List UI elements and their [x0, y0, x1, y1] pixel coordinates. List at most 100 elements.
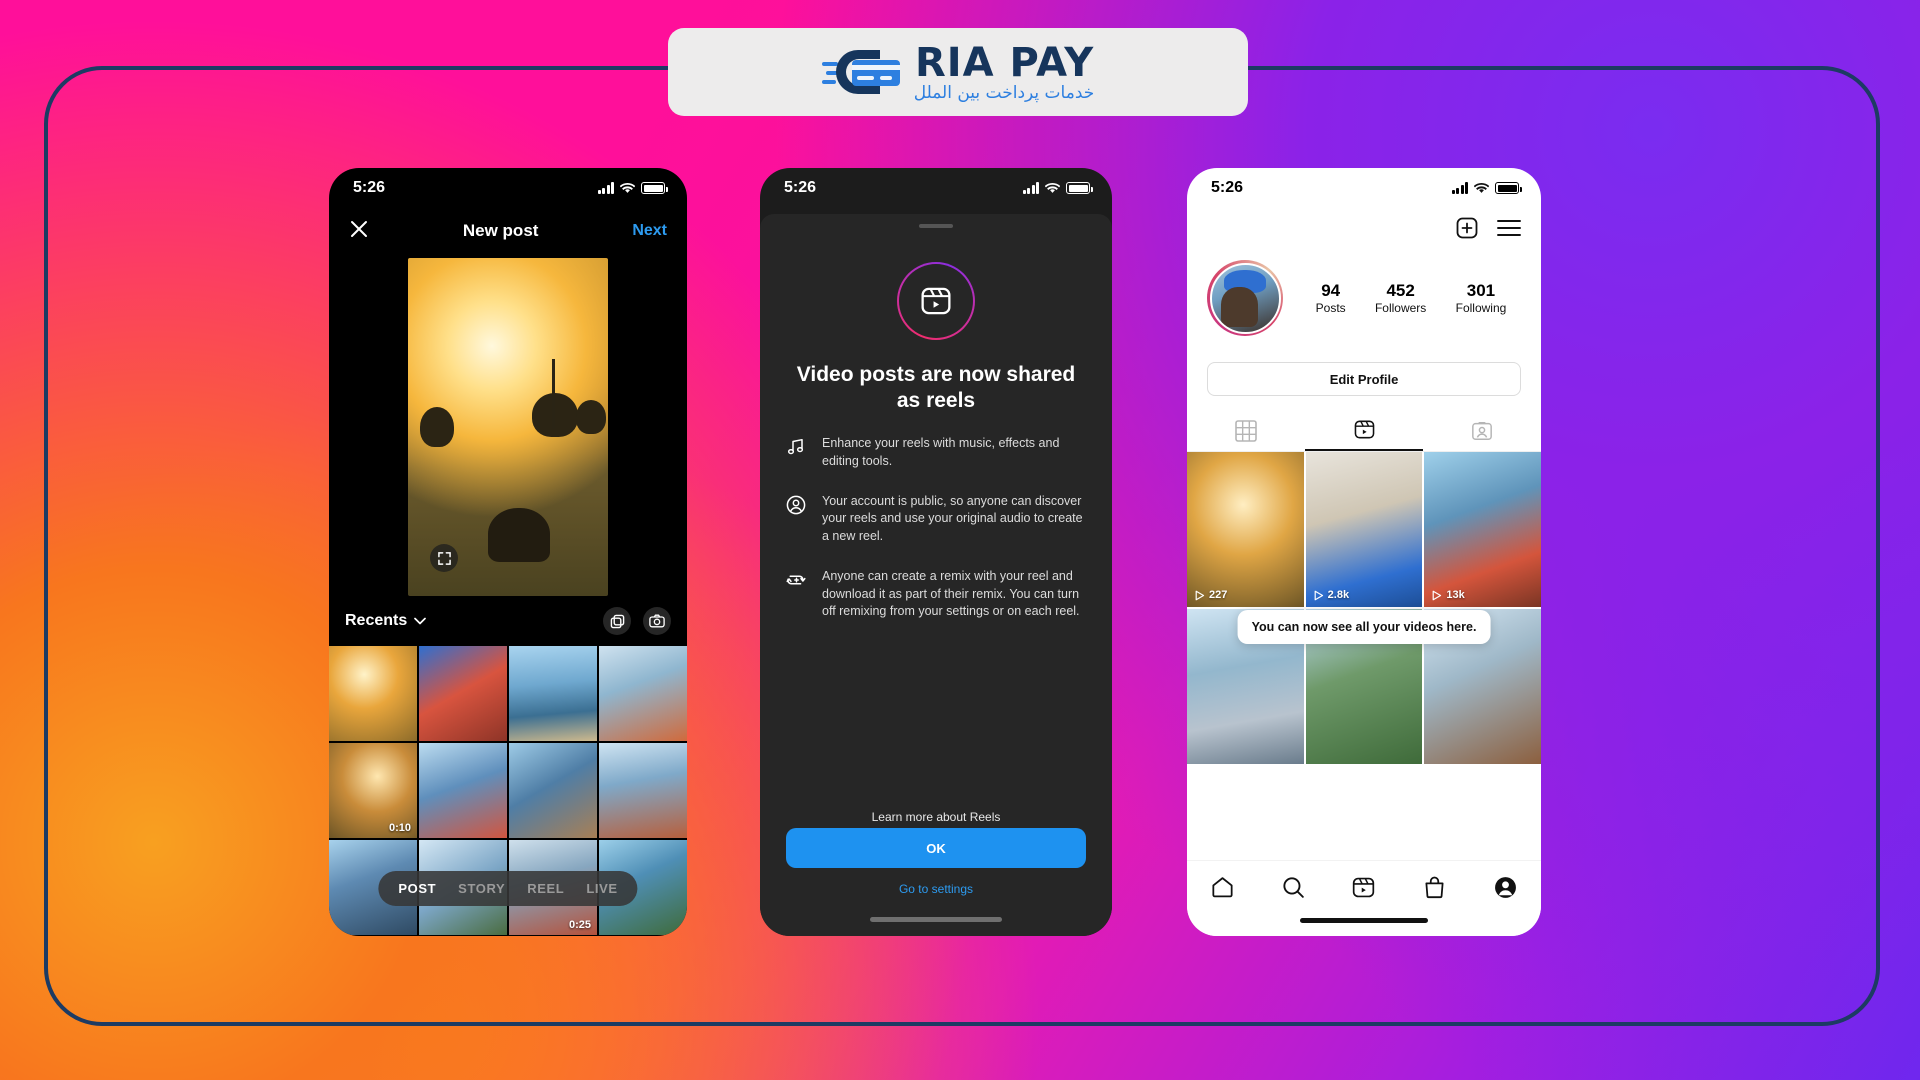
stat-label: Following [1455, 300, 1507, 315]
status-time: 5:26 [1211, 179, 1244, 196]
view-count-text: 227 [1209, 589, 1228, 602]
video-grid: 227 2.8k 13k [1187, 452, 1541, 765]
brand-tagline: خدمات پرداخت بین الملل [913, 82, 1095, 103]
wifi-icon [1045, 183, 1060, 193]
phone-profile: 5:26 94 Posts 452 Followers 301 Followin… [1187, 168, 1541, 936]
nav-search[interactable] [1281, 875, 1306, 905]
video-view-count: 13k [1431, 589, 1465, 602]
music-note-icon [786, 437, 806, 462]
photo-thumbnail[interactable] [599, 646, 687, 742]
nav-shop-bag[interactable] [1422, 875, 1447, 905]
signal-bars-icon [1022, 182, 1039, 194]
battery-full-icon [641, 182, 668, 194]
camera-icon[interactable] [643, 607, 671, 635]
learn-more-link[interactable]: Learn more about Reels [760, 810, 1112, 824]
stat-following[interactable]: 301 Following [1456, 281, 1507, 315]
feature-bullet-text: Your account is public, so anyone can di… [822, 493, 1083, 544]
play-icon [1195, 590, 1205, 600]
signal-bars-icon [1451, 182, 1468, 194]
phone-reels-info: 5:26 Video posts are now shared as reels… [760, 168, 1112, 936]
mode-reel[interactable]: REEL [527, 881, 564, 896]
home-indicator [1300, 918, 1428, 923]
wifi-icon [1474, 183, 1489, 193]
video-thumbnail[interactable]: 227 [1187, 452, 1304, 608]
feature-bullet-list: Enhance your reels with music, effects a… [786, 435, 1086, 621]
feature-bullet-text: Enhance your reels with music, effects a… [822, 436, 1060, 468]
sheet-grab-handle[interactable] [919, 224, 953, 228]
tab-tagged[interactable] [1423, 408, 1541, 451]
hamburger-menu-icon[interactable] [1497, 219, 1521, 242]
home-indicator [870, 917, 1002, 922]
reels-icon [897, 262, 975, 340]
account-circle-icon [786, 495, 806, 520]
stat-followers[interactable]: 452 Followers [1375, 281, 1426, 315]
stat-number: 452 [1386, 281, 1415, 301]
stat-label: Followers [1374, 300, 1427, 315]
status-time: 5:26 [353, 179, 386, 196]
photo-thumbnail[interactable] [329, 646, 417, 742]
photo-thumbnail[interactable] [419, 743, 507, 839]
plus-box-icon[interactable] [1455, 216, 1479, 245]
profile-actions [1187, 208, 1541, 252]
photo-thumbnail[interactable] [509, 646, 597, 742]
stat-label: Posts [1315, 300, 1346, 315]
photo-thumbnail[interactable]: 0:10 [329, 743, 417, 839]
credit-card-speed-icon [821, 44, 908, 100]
battery-full-icon [1495, 182, 1522, 194]
photo-thumbnail[interactable] [509, 743, 597, 839]
next-button[interactable]: Next [632, 222, 667, 240]
status-bar: 5:26 [760, 168, 1112, 208]
avatar[interactable] [1207, 260, 1283, 336]
brand-logo-banner: RIA PAY خدمات پرداخت بین الملل [668, 28, 1248, 116]
phone-new-post: 5:26 New post Next Recents 0:10 0:25 POS… [329, 168, 687, 936]
nav-reels[interactable] [1351, 875, 1376, 905]
view-count-text: 2.8k [1327, 589, 1350, 602]
tab-reels[interactable] [1305, 408, 1423, 451]
status-bar: 5:26 [1187, 168, 1541, 208]
stat-number: 94 [1321, 281, 1341, 301]
selected-photo-preview[interactable] [408, 258, 608, 596]
stat-posts[interactable]: 94 Posts [1316, 281, 1346, 315]
video-thumbnail[interactable]: 2.8k [1305, 452, 1423, 608]
profile-header: 94 Posts 452 Followers 301 Following [1187, 252, 1541, 336]
multi-select-icon[interactable] [603, 607, 631, 635]
view-count-text: 13k [1446, 589, 1465, 602]
edit-profile-button[interactable]: Edit Profile [1207, 362, 1521, 396]
mode-story[interactable]: STORY [458, 881, 505, 896]
close-x-icon[interactable] [349, 219, 369, 244]
feature-bullet: Enhance your reels with music, effects a… [786, 435, 1086, 471]
photo-thumbnail[interactable] [419, 646, 507, 742]
photo-subject [488, 508, 550, 563]
reels-info-sheet: Video posts are now shared as reels Enha… [760, 214, 1112, 936]
brand-name: RIA PAY [914, 39, 1095, 86]
remix-plus-icon [786, 570, 806, 595]
feature-bullet-text: Anyone can create a remix with your reel… [822, 568, 1080, 619]
videos-tooltip: You can now see all your videos here. [1237, 610, 1491, 645]
thumbnail-duration: 0:10 [388, 822, 411, 835]
page-title: New post [462, 221, 539, 240]
profile-avatar [1209, 262, 1281, 334]
play-icon [1314, 590, 1323, 600]
nav-home[interactable] [1210, 875, 1235, 905]
wifi-icon [620, 183, 635, 193]
profile-stats: 94 Posts 452 Followers 301 Following [1283, 281, 1521, 315]
expand-arrows-icon[interactable] [430, 544, 458, 572]
tab-grid[interactable] [1187, 408, 1305, 451]
video-view-count: 2.8k [1313, 589, 1349, 601]
nav-profile[interactable] [1493, 875, 1518, 905]
album-selector[interactable]: Recents [345, 612, 427, 630]
bottom-navigation [1187, 860, 1541, 936]
thumbnail-duration: 0:25 [568, 919, 591, 932]
chevron-down-icon [414, 617, 427, 625]
gallery-toolbar: Recents [329, 596, 687, 646]
capture-mode-selector[interactable]: POST STORY REEL LIVE [378, 871, 638, 906]
ok-button[interactable]: OK [786, 828, 1086, 868]
go-to-settings-link[interactable]: Go to settings [760, 882, 1112, 896]
video-thumbnail[interactable]: 13k [1424, 452, 1541, 608]
play-icon [1432, 590, 1442, 600]
mode-post[interactable]: POST [398, 881, 436, 896]
mode-live[interactable]: LIVE [586, 881, 617, 896]
page-root: RIA PAY خدمات پرداخت بین الملل 5:26 New … [0, 0, 1920, 1080]
photo-thumbnail[interactable] [599, 743, 687, 839]
signal-bars-icon [597, 182, 614, 194]
